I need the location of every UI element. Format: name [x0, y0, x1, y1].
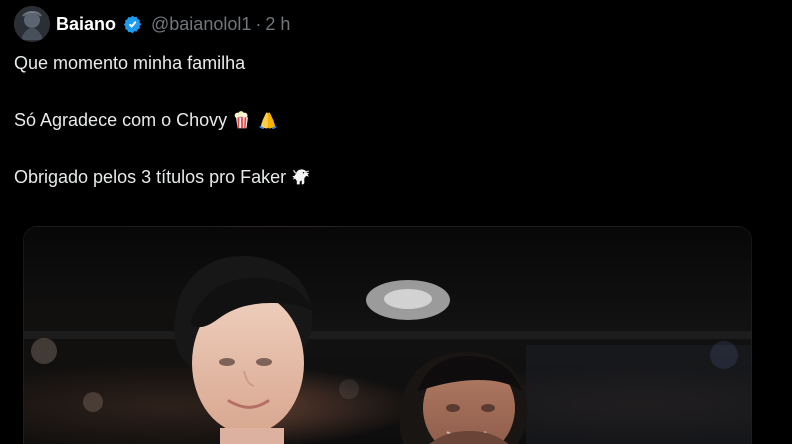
tweet-line-1-text: Que momento minha familha	[14, 53, 246, 73]
verified-badge-icon	[122, 14, 143, 35]
folded-hands-emoji-icon	[257, 109, 279, 131]
popcorn-emoji-icon	[231, 109, 253, 131]
goat-emoji-icon	[290, 166, 312, 188]
tweet-post: Baiano @baianolol1 · 2 h Que momento min…	[0, 0, 792, 444]
tweet-line-3: Obrigado pelos 3 títulos pro Faker	[14, 164, 774, 190]
handle[interactable]: @baianolol1	[151, 15, 251, 33]
photo-content	[24, 227, 751, 444]
tweet-line-2: Só Agradece com o Chovy	[14, 107, 774, 133]
avatar-image	[14, 6, 50, 42]
meta-separator: ·	[255, 14, 262, 34]
timestamp[interactable]: 2 h	[265, 15, 290, 33]
tweet-line-3-text: Obrigado pelos 3 títulos pro Faker	[14, 167, 287, 187]
tweet-line-1: Que momento minha familha	[14, 50, 774, 76]
avatar[interactable]	[14, 6, 50, 42]
tweet-photo[interactable]	[23, 226, 752, 444]
tweet-text: Que momento minha familha Só Agradece co…	[14, 50, 774, 190]
display-name[interactable]: Baiano	[56, 15, 116, 33]
tweet-meta: @baianolol1 · 2 h	[151, 15, 290, 33]
tweet-header: Baiano @baianolol1 · 2 h	[14, 6, 290, 42]
tweet-line-2-text: Só Agradece com o Chovy	[14, 110, 228, 130]
